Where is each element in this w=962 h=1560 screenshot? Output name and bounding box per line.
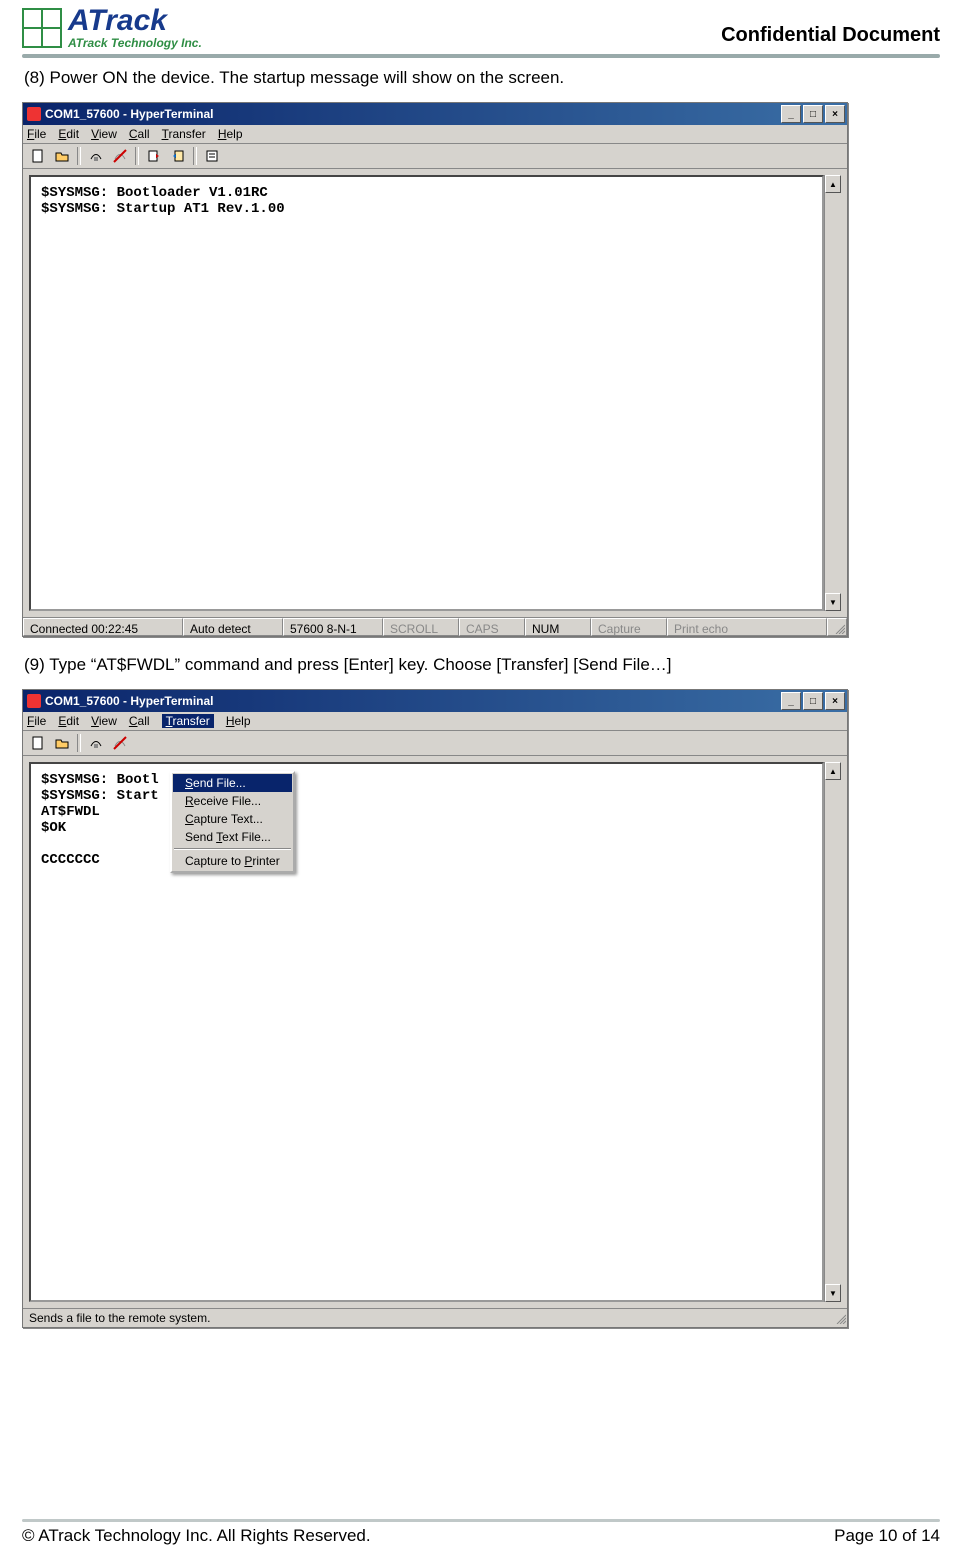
menu-call[interactable]: Call: [129, 127, 150, 141]
status-scroll: SCROLL: [383, 618, 459, 636]
toolbar-separator: [135, 147, 139, 165]
status-printecho: Print echo: [667, 618, 827, 636]
menu-item-capture-text[interactable]: Capture Text...: [173, 810, 292, 828]
status-connected: Connected 00:22:45: [23, 618, 183, 636]
menu-file[interactable]: File: [27, 127, 46, 141]
logo-subtitle: ATrack Technology Inc.: [68, 36, 202, 50]
menu-file[interactable]: File: [27, 714, 46, 728]
scroll-up-icon[interactable]: ▲: [825, 762, 841, 780]
menu-bar: File Edit View Call Transfer Help: [23, 125, 847, 144]
hyperterminal-window-2: COM1_57600 - HyperTerminal _ □ × File Ed…: [22, 689, 848, 1328]
minimize-button[interactable]: _: [781, 105, 801, 123]
status-detect: Auto detect: [183, 618, 283, 636]
maximize-button[interactable]: □: [803, 692, 823, 710]
menu-transfer[interactable]: Transfer: [162, 714, 214, 728]
menu-item-send-file[interactable]: Send File...: [173, 774, 292, 792]
transfer-dropdown: Send File... Receive File... Capture Tex…: [170, 771, 295, 873]
close-button[interactable]: ×: [825, 692, 845, 710]
work-area: Send File... Receive File... Capture Tex…: [23, 756, 847, 1308]
logo-name: ATrack: [68, 6, 202, 36]
window-buttons: _ □ ×: [781, 692, 845, 710]
menu-view[interactable]: View: [91, 714, 117, 728]
step-8-text: (8) Power ON the device. The startup mes…: [24, 68, 940, 88]
menu-edit[interactable]: Edit: [58, 127, 79, 141]
company-logo: ATrack ATrack Technology Inc.: [22, 6, 202, 50]
step-9-text: (9) Type “AT$FWDL” command and press [En…: [24, 655, 940, 675]
status-caps: CAPS: [459, 618, 525, 636]
toolbar-separator: [193, 147, 197, 165]
confidential-label: Confidential Document: [721, 6, 940, 47]
titlebar: COM1_57600 - HyperTerminal _ □ ×: [23, 103, 847, 125]
scroll-down-icon[interactable]: ▼: [825, 1284, 841, 1302]
scroll-up-icon[interactable]: ▲: [825, 175, 841, 193]
connect-icon[interactable]: [85, 733, 107, 753]
titlebar: COM1_57600 - HyperTerminal _ □ ×: [23, 690, 847, 712]
header-divider: [22, 54, 940, 58]
maximize-button[interactable]: □: [803, 105, 823, 123]
footer-divider: [22, 1519, 940, 1522]
receive-icon[interactable]: [167, 146, 189, 166]
status-params: 57600 8-N-1: [283, 618, 383, 636]
toolbar: [23, 731, 847, 756]
hyperterminal-window-1: COM1_57600 - HyperTerminal _ □ × File Ed…: [22, 102, 848, 637]
menu-call[interactable]: Call: [129, 714, 150, 728]
open-icon[interactable]: [51, 146, 73, 166]
menu-divider: [174, 848, 291, 850]
status-capture: Capture: [591, 618, 667, 636]
resize-grip-icon[interactable]: [827, 618, 847, 636]
page-footer: © ATrack Technology Inc. All Rights Rese…: [22, 1519, 940, 1546]
scroll-down-icon[interactable]: ▼: [825, 593, 841, 611]
window-title: COM1_57600 - HyperTerminal: [45, 107, 214, 121]
menu-help[interactable]: Help: [226, 714, 251, 728]
vertical-scrollbar[interactable]: ▲ ▼: [824, 175, 841, 611]
menu-transfer[interactable]: Transfer: [162, 127, 206, 141]
toolbar-separator: [77, 147, 81, 165]
close-button[interactable]: ×: [825, 105, 845, 123]
status-bar: Connected 00:22:45 Auto detect 57600 8-N…: [23, 617, 847, 636]
send-icon[interactable]: [143, 146, 165, 166]
connect-icon[interactable]: [85, 146, 107, 166]
window-buttons: _ □ ×: [781, 105, 845, 123]
work-area: $SYSMSG: Bootloader V1.01RC $SYSMSG: Sta…: [23, 169, 847, 617]
properties-icon[interactable]: [201, 146, 223, 166]
disconnect-icon[interactable]: [109, 733, 131, 753]
new-icon[interactable]: [27, 733, 49, 753]
menu-help[interactable]: Help: [218, 127, 243, 141]
app-icon: [27, 107, 41, 121]
menu-edit[interactable]: Edit: [58, 714, 79, 728]
status-num: NUM: [525, 618, 591, 636]
document-page: ATrack ATrack Technology Inc. Confidenti…: [0, 0, 962, 1560]
copyright-text: © ATrack Technology Inc. All Rights Rese…: [22, 1526, 371, 1546]
minimize-button[interactable]: _: [781, 692, 801, 710]
vertical-scrollbar[interactable]: ▲ ▼: [824, 762, 841, 1302]
resize-grip-icon[interactable]: [829, 1311, 847, 1325]
disconnect-icon[interactable]: [109, 146, 131, 166]
new-icon[interactable]: [27, 146, 49, 166]
app-icon: [27, 694, 41, 708]
status-bar: Sends a file to the remote system.: [23, 1308, 847, 1327]
window-title: COM1_57600 - HyperTerminal: [45, 694, 214, 708]
toolbar-separator: [77, 734, 81, 752]
logo-text: ATrack ATrack Technology Inc.: [68, 6, 202, 50]
terminal-output[interactable]: $SYSMSG: Bootl $SYSMSG: Start AT$FWDL $O…: [29, 762, 824, 1302]
menu-view[interactable]: View: [91, 127, 117, 141]
menu-item-receive-file[interactable]: Receive File...: [173, 792, 292, 810]
open-icon[interactable]: [51, 733, 73, 753]
toolbar: [23, 144, 847, 169]
terminal-output[interactable]: $SYSMSG: Bootloader V1.01RC $SYSMSG: Sta…: [29, 175, 824, 611]
menu-item-send-text-file[interactable]: Send Text File...: [173, 828, 292, 846]
status-message: Sends a file to the remote system.: [23, 1309, 216, 1327]
page-number: Page 10 of 14: [834, 1526, 940, 1546]
menu-bar: File Edit View Call Transfer Help: [23, 712, 847, 731]
logo-mark-icon: [22, 8, 62, 48]
page-header: ATrack ATrack Technology Inc. Confidenti…: [22, 6, 940, 50]
menu-item-capture-to-printer[interactable]: Capture to Printer: [173, 852, 292, 870]
